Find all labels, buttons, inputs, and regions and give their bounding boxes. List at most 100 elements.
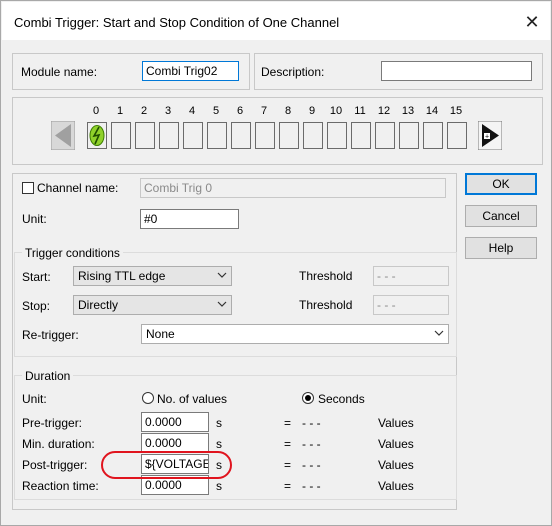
- channel-number-9: 9: [308, 105, 316, 117]
- channel-number-11: 11: [354, 105, 366, 117]
- channel-slot-10[interactable]: [327, 122, 347, 149]
- retrigger-select[interactable]: None: [141, 324, 449, 344]
- stop-select[interactable]: Directly: [73, 295, 232, 315]
- channel-slot-12[interactable]: [375, 122, 395, 149]
- duration-row-input[interactable]: 0.0000: [141, 433, 209, 453]
- channel-slot-13[interactable]: [399, 122, 419, 149]
- module-name-panel: Module name: Combi Trig02: [12, 53, 250, 90]
- arrow-right-icon: +: [477, 120, 503, 151]
- duration-row-values-label: Values: [378, 479, 414, 493]
- duration-title: Duration: [22, 369, 74, 383]
- module-name-input[interactable]: Combi Trig02: [142, 61, 239, 81]
- channel-number-14: 14: [425, 105, 439, 117]
- channel-slot-3[interactable]: [159, 122, 179, 149]
- stop-threshold-label: Threshold: [299, 298, 353, 312]
- cancel-button[interactable]: Cancel: [465, 205, 537, 227]
- channel-number-15: 15: [449, 105, 463, 117]
- chevron-down-icon: [434, 330, 444, 336]
- channel-name-label: Channel name:: [37, 181, 119, 195]
- channel-slot-2[interactable]: [135, 122, 155, 149]
- start-threshold-input[interactable]: - - -: [373, 266, 449, 286]
- duration-row-unit: s: [216, 437, 222, 451]
- svg-text:+: +: [485, 134, 489, 141]
- duration-unit-label: Unit:: [22, 392, 47, 406]
- channel-number-5: 5: [212, 105, 220, 117]
- channel-slot-5[interactable]: [207, 122, 227, 149]
- channel-number-10: 10: [329, 105, 343, 117]
- no-of-values-label: No. of values: [157, 392, 228, 406]
- trigger-conditions-title: Trigger conditions: [22, 246, 123, 260]
- channel-number-12: 12: [377, 105, 391, 117]
- highlight-ring: [101, 451, 232, 479]
- unit-input[interactable]: #0: [140, 209, 239, 229]
- retrigger-label: Re-trigger:: [22, 328, 79, 342]
- channel-slot-9[interactable]: [303, 122, 323, 149]
- arrow-left-icon: [50, 120, 76, 151]
- duration-row-label: Post-trigger:: [22, 458, 88, 472]
- duration-row-label: Min. duration:: [22, 437, 95, 451]
- scroll-left-button[interactable]: [50, 120, 76, 151]
- title-bar: Combi Trigger: Start and Stop Condition …: [2, 2, 550, 40]
- channel-slot-15[interactable]: [447, 122, 467, 149]
- duration-row-values-label: Values: [378, 416, 414, 430]
- channel-slot-11[interactable]: [351, 122, 371, 149]
- duration-row-values-label: Values: [378, 458, 414, 472]
- duration-row-values-label: Values: [378, 437, 414, 451]
- channel-number-7: 7: [260, 105, 268, 117]
- duration-row-input[interactable]: 0.0000: [141, 412, 209, 432]
- channel-slot-1[interactable]: [111, 122, 131, 149]
- module-name-label: Module name:: [21, 65, 98, 79]
- duration-row-label: Pre-trigger:: [22, 416, 83, 430]
- channel-number-3: 3: [164, 105, 172, 117]
- seconds-radio[interactable]: [302, 392, 314, 404]
- start-label: Start:: [22, 270, 51, 284]
- chevron-down-icon: [217, 301, 227, 307]
- channel-number-8: 8: [284, 105, 292, 117]
- description-input[interactable]: [381, 61, 532, 81]
- seconds-label: Seconds: [318, 392, 365, 406]
- stop-threshold-input[interactable]: - - -: [373, 295, 449, 315]
- channel-name-checkbox[interactable]: [22, 182, 34, 194]
- channel-slot-6[interactable]: [231, 122, 251, 149]
- duration-row-equals: =: [284, 479, 292, 493]
- close-icon[interactable]: ✕: [518, 10, 546, 34]
- duration-row-label: Reaction time:: [22, 479, 99, 493]
- channel-number-4: 4: [188, 105, 196, 117]
- duration-row-count: - - -: [302, 479, 321, 493]
- duration-row-unit: s: [216, 416, 222, 430]
- start-threshold-label: Threshold: [299, 269, 353, 283]
- channel-number-6: 6: [236, 105, 244, 117]
- start-select-value: Rising TTL edge: [78, 269, 166, 283]
- channel-number-1: 1: [116, 105, 124, 117]
- trigger-lightning-icon: [89, 125, 105, 146]
- duration-row-count: - - -: [302, 458, 321, 472]
- channel-slot-8[interactable]: [279, 122, 299, 149]
- channel-slot-14[interactable]: [423, 122, 443, 149]
- channel-number-13: 13: [401, 105, 415, 117]
- duration-row-equals: =: [284, 437, 292, 451]
- channel-number-2: 2: [140, 105, 148, 117]
- channel-slot-7[interactable]: [255, 122, 275, 149]
- help-button[interactable]: Help: [465, 237, 537, 259]
- stop-select-value: Directly: [78, 298, 119, 312]
- duration-row-count: - - -: [302, 437, 321, 451]
- ok-button[interactable]: OK: [465, 173, 537, 195]
- duration-row-equals: =: [284, 458, 292, 472]
- channel-slot-0[interactable]: [87, 122, 107, 149]
- channel-number-0: 0: [92, 105, 100, 117]
- channel-slot-4[interactable]: [183, 122, 203, 149]
- window-title: Combi Trigger: Start and Stop Condition …: [14, 15, 340, 30]
- no-of-values-radio[interactable]: [142, 392, 154, 404]
- stop-label: Stop:: [22, 299, 51, 313]
- retrigger-select-value: None: [146, 327, 175, 341]
- scroll-right-button[interactable]: +: [477, 120, 503, 151]
- duration-row-count: - - -: [302, 416, 321, 430]
- description-label: Description:: [261, 65, 325, 79]
- duration-row-equals: =: [284, 416, 292, 430]
- start-select[interactable]: Rising TTL edge: [73, 266, 232, 286]
- duration-row-unit: s: [216, 479, 222, 493]
- chevron-down-icon: [217, 272, 227, 278]
- description-panel: Description:: [254, 53, 543, 90]
- channel-name-input[interactable]: Combi Trig 0: [140, 178, 446, 198]
- unit-label: Unit:: [22, 212, 47, 226]
